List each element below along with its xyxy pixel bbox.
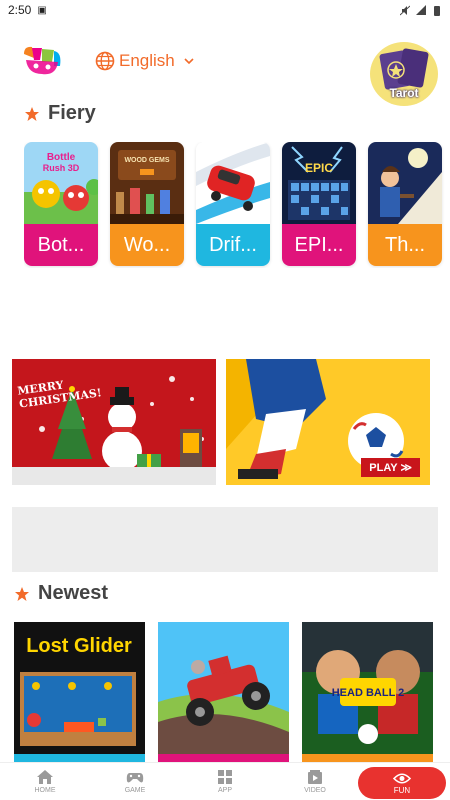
game-color-strip: [158, 754, 289, 762]
gamepad-icon: [126, 773, 144, 783]
newest-section-title: Newest: [14, 582, 108, 605]
game-card[interactable]: EPIC EPI...: [282, 142, 356, 266]
language-selector[interactable]: English: [95, 51, 195, 71]
game-color-strip: [302, 754, 433, 762]
game-thumbnail: HEAD BALL 2: [302, 622, 433, 754]
nav-home[interactable]: HOME: [0, 763, 90, 800]
notification-icon: ▣: [37, 4, 47, 16]
home-icon: [37, 770, 53, 784]
football-banner[interactable]: PLAY ≫: [226, 359, 430, 485]
game-card[interactable]: WOOD GEMS Wo...: [110, 142, 184, 266]
battery-icon: [434, 5, 440, 16]
game-name: Drif...: [196, 224, 270, 266]
svg-text:Bottle: Bottle: [47, 152, 76, 163]
christmas-banner-art: [12, 359, 216, 485]
ad-placeholder: [12, 507, 438, 572]
eye-icon: [393, 772, 411, 784]
game-name: EPI...: [282, 224, 356, 266]
tarot-label: Tarot: [389, 86, 419, 100]
bottom-navigation: HOME GAME APP VIDEO FUN: [0, 762, 450, 800]
svg-text:Rush 3D: Rush 3D: [43, 163, 80, 173]
nav-label: GAME: [124, 787, 146, 794]
language-label: English: [119, 51, 175, 70]
apps-grid-icon: [218, 770, 232, 784]
svg-text:WOOD GEMS: WOOD GEMS: [124, 157, 169, 164]
game-thumb-title: Lost Glider: [26, 635, 132, 657]
star-icon: [15, 586, 29, 601]
newest-title-text: Newest: [38, 582, 109, 604]
fiery-section-title: Fiery: [24, 102, 96, 125]
fiery-title-text: Fiery: [48, 102, 96, 124]
status-bar: 2:50 ▣: [0, 0, 450, 20]
game-card[interactable]: Drif...: [196, 142, 270, 266]
signal-icon: [416, 4, 426, 15]
game-name: Bot...: [24, 224, 98, 266]
fiery-game-list: Bottle Rush 3D Bot... WOOD GEMS Wo... Dr…: [24, 142, 450, 268]
star-icon: [25, 106, 39, 121]
nav-app[interactable]: APP: [180, 763, 270, 800]
nav-label: FUN: [393, 785, 411, 795]
newest-game-card[interactable]: Lost Glider: [14, 622, 145, 762]
nav-label: VIDEO: [304, 787, 326, 794]
game-thumb-title: HEAD BALL 2: [332, 687, 405, 699]
newest-game-list: Lost Glider HEAD BALL 2: [14, 622, 450, 762]
game-thumbnail: EPIC: [282, 142, 356, 224]
game-card[interactable]: Th...: [368, 142, 442, 266]
christmas-banner[interactable]: MERRY CHRISTMAS!: [12, 359, 216, 485]
video-icon: [308, 770, 322, 784]
tarot-button[interactable]: Tarot: [370, 42, 438, 106]
status-icons: [400, 4, 442, 16]
mute-icon: [400, 5, 410, 15]
game-thumbnail: [196, 142, 270, 224]
game-color-strip: [14, 754, 145, 762]
play-badge: PLAY ≫: [361, 458, 420, 477]
chevron-down-icon: [184, 58, 194, 65]
game-thumbnail: Lost Glider: [14, 622, 145, 754]
newest-game-card[interactable]: [158, 622, 289, 762]
game-thumbnail: Bottle Rush 3D: [24, 142, 98, 224]
game-name: Th...: [368, 224, 442, 266]
game-card[interactable]: Bottle Rush 3D Bot...: [24, 142, 98, 266]
game-thumbnail: [368, 142, 442, 224]
nav-video[interactable]: VIDEO: [270, 763, 360, 800]
game-thumbnail: [158, 622, 289, 754]
nav-label: APP: [217, 787, 232, 794]
nav-label: HOME: [34, 787, 56, 794]
game-thumbnail: WOOD GEMS: [110, 142, 184, 224]
game-name: Wo...: [110, 224, 184, 266]
globe-icon: [95, 51, 115, 71]
app-logo[interactable]: [20, 44, 64, 78]
status-time: 2:50: [8, 3, 32, 17]
newest-game-card[interactable]: HEAD BALL 2: [302, 622, 433, 762]
top-bar: English Tarot: [0, 38, 450, 108]
svg-text:EPIC: EPIC: [305, 161, 333, 175]
nav-game[interactable]: GAME: [90, 763, 180, 800]
nav-fun[interactable]: FUN: [358, 767, 446, 799]
